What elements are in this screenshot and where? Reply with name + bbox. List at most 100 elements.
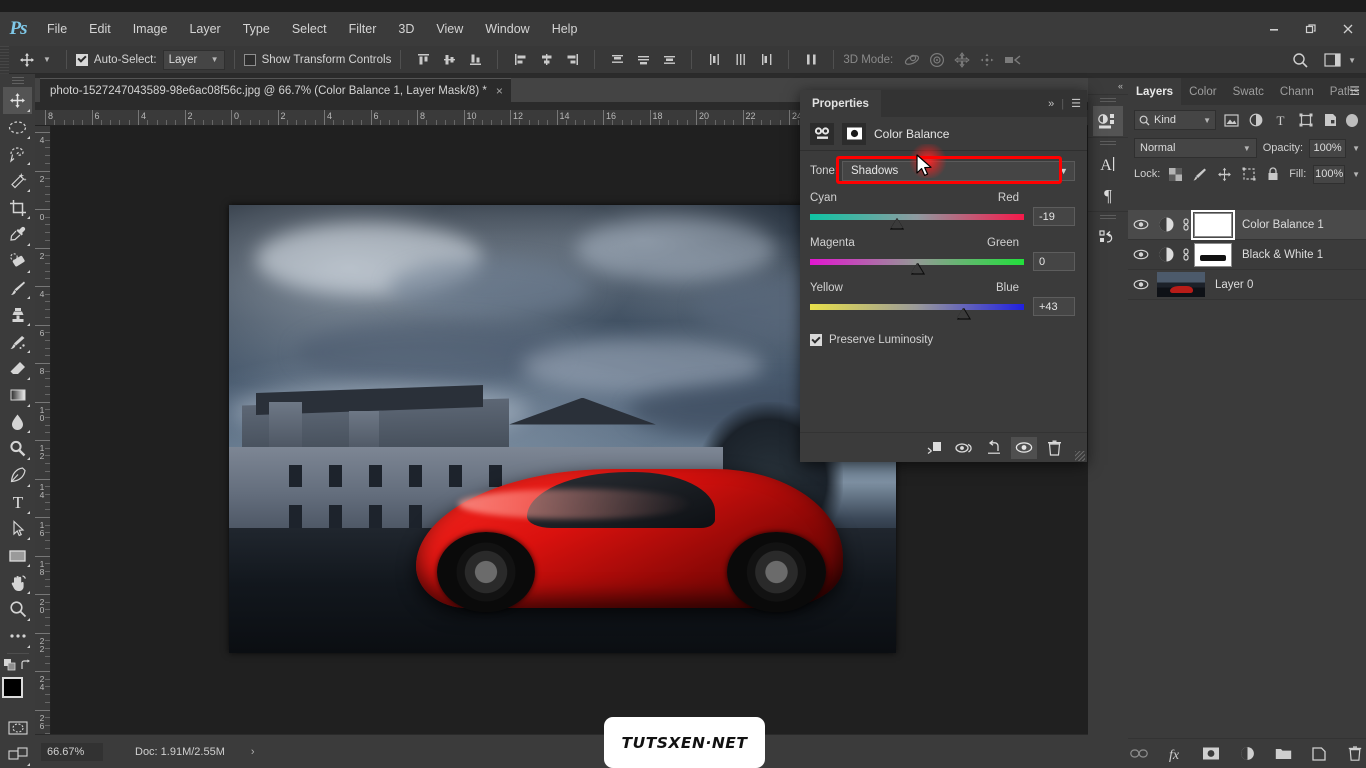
distribute-left-edges-button[interactable] [701, 48, 727, 72]
tab-channels[interactable]: Chann [1272, 78, 1322, 105]
healing-brush-tool[interactable] [3, 248, 32, 275]
lock-all-icon[interactable] [1265, 164, 1282, 185]
vertical-ruler[interactable]: 4202468101214161820222426 [35, 126, 51, 734]
filter-kind-select[interactable]: Kind ▼ [1134, 110, 1217, 130]
new-group-button[interactable] [1272, 743, 1294, 765]
menu-item-help[interactable]: Help [541, 12, 589, 46]
table-row[interactable]: Black & White 1 [1128, 240, 1366, 270]
align-vertical-centers-button[interactable] [436, 48, 462, 72]
magenta-green-value[interactable]: 0 [1033, 252, 1075, 271]
layer-thumbnail[interactable] [1157, 272, 1205, 297]
scale-3d-button[interactable] [999, 48, 1024, 72]
filter-toggle-switch[interactable] [1345, 113, 1359, 127]
add-layer-mask-button[interactable] [1200, 743, 1222, 765]
distribute-horizontal-centers-button[interactable] [727, 48, 753, 72]
move-tool[interactable] [3, 86, 32, 114]
tone-select[interactable]: Shadows ▼ [842, 161, 1075, 181]
menu-item-edit[interactable]: Edit [78, 12, 122, 46]
document-artwork[interactable] [229, 205, 896, 653]
new-adjustment-layer-button[interactable] [1236, 743, 1258, 765]
lasso-tool[interactable] [3, 141, 32, 168]
gradient-tool[interactable] [3, 382, 32, 409]
eyedropper-tool[interactable] [3, 221, 32, 248]
restore-button[interactable] [1292, 12, 1329, 46]
preserve-luminosity-row[interactable]: Preserve Luminosity [810, 334, 1075, 346]
blur-tool[interactable] [3, 409, 32, 436]
layer-mask-thumbnail[interactable] [1191, 209, 1235, 240]
brush-tool[interactable] [3, 275, 32, 302]
smartobject-filter-icon[interactable] [1321, 110, 1341, 131]
menu-item-select[interactable]: Select [281, 12, 338, 46]
layer-visibility-toggle[interactable] [1128, 219, 1154, 230]
rectangle-tool[interactable] [3, 542, 32, 569]
lock-transparency-icon[interactable] [1167, 164, 1184, 185]
layer-visibility-toggle[interactable] [1128, 279, 1154, 290]
cyan-red-thumb[interactable] [890, 217, 905, 230]
adjustment-filter-icon[interactable] [1246, 110, 1266, 131]
menu-item-file[interactable]: File [36, 12, 78, 46]
dock-group-grip-2[interactable] [1100, 141, 1116, 147]
menu-item-type[interactable]: Type [232, 12, 281, 46]
clone-stamp-tool[interactable] [3, 301, 32, 328]
menu-item-view[interactable]: View [425, 12, 474, 46]
history-brush-tool[interactable] [3, 328, 32, 355]
shape-filter-icon[interactable] [1296, 110, 1316, 131]
menu-item-filter[interactable]: Filter [338, 12, 388, 46]
screen-mode-button[interactable] [3, 741, 32, 768]
tools-panel-grip[interactable] [11, 77, 24, 85]
preserve-luminosity-checkbox[interactable] [810, 334, 822, 346]
adjustment-thumbnail[interactable] [1154, 216, 1178, 233]
pan-3d-button[interactable] [949, 48, 974, 72]
yellow-blue-track[interactable] [810, 303, 1024, 320]
distribute-top-edges-button[interactable] [604, 48, 630, 72]
new-layer-button[interactable] [1308, 743, 1330, 765]
opacity-value[interactable]: 100% [1309, 138, 1347, 158]
distribute-right-edges-button[interactable] [753, 48, 779, 72]
type-tool[interactable]: T [3, 489, 32, 516]
layer-mask-thumbnail[interactable] [1194, 242, 1232, 267]
yellow-blue-value[interactable]: +43 [1033, 297, 1075, 316]
layer-style-button[interactable]: fx [1164, 743, 1186, 765]
foreground-color-swatch[interactable] [1, 676, 23, 698]
status-expand-arrow-icon[interactable]: › [251, 746, 255, 758]
yellow-blue-thumb[interactable] [956, 307, 971, 320]
blend-mode-select[interactable]: Normal ▼ [1134, 138, 1257, 158]
fill-value[interactable]: 100% [1313, 164, 1346, 184]
clip-to-layer-button[interactable] [921, 437, 947, 459]
auto-select-checkbox[interactable] [75, 53, 88, 66]
cyan-red-value[interactable]: -19 [1033, 207, 1075, 226]
auto-select-scope-select[interactable]: Layer ▼ [162, 49, 225, 70]
swap-colors-icon[interactable] [20, 659, 32, 671]
panel-resize-handle[interactable] [1075, 451, 1085, 461]
layer-name[interactable]: Black & White 1 [1242, 249, 1323, 261]
layer-name[interactable]: Layer 0 [1215, 279, 1253, 291]
tab-swatches[interactable]: Swatc [1225, 78, 1272, 105]
menu-item-image[interactable]: Image [122, 12, 179, 46]
table-row[interactable]: Color Balance 1 [1128, 209, 1366, 240]
opacity-caret-icon[interactable]: ▼ [1352, 144, 1360, 153]
workspace-caret-icon[interactable]: ▼ [1346, 56, 1362, 65]
cyan-red-track[interactable] [810, 213, 1024, 230]
layer-mask-icon[interactable] [842, 122, 866, 145]
expand-dock-button[interactable]: « [1088, 78, 1128, 94]
dock-group-grip[interactable] [1100, 98, 1116, 104]
magenta-green-track[interactable] [810, 258, 1024, 275]
tab-color[interactable]: Color [1181, 78, 1224, 105]
adjustments-dock-button[interactable] [1093, 106, 1123, 136]
lock-artboard-icon[interactable] [1240, 164, 1257, 185]
align-left-edges-button[interactable] [507, 48, 533, 72]
mask-link-icon[interactable] [1178, 248, 1194, 261]
distribute-bottom-edges-button[interactable] [656, 48, 682, 72]
link-layers-button[interactable] [1128, 743, 1150, 765]
pixel-filter-icon[interactable] [1221, 110, 1241, 131]
roll-3d-button[interactable] [924, 48, 949, 72]
menu-item-3d[interactable]: 3D [387, 12, 425, 46]
lock-image-icon[interactable] [1192, 164, 1209, 185]
hand-tool[interactable] [3, 569, 32, 596]
align-right-edges-button[interactable] [559, 48, 585, 72]
lock-position-icon[interactable] [1216, 164, 1233, 185]
search-button[interactable] [1286, 48, 1314, 72]
default-colors-icon[interactable] [3, 658, 16, 671]
menu-item-window[interactable]: Window [474, 12, 540, 46]
zoom-level-field[interactable]: 66.67% [41, 742, 103, 761]
